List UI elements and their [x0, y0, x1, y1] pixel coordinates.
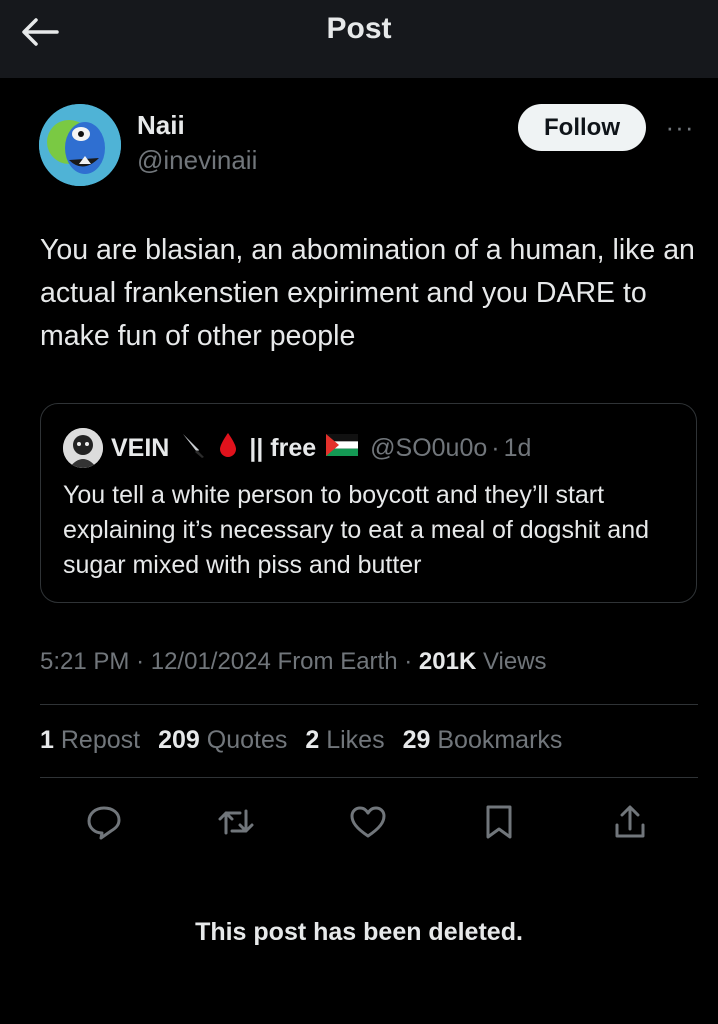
- bookmark-button[interactable]: [477, 800, 521, 844]
- page-title: Post: [326, 12, 392, 45]
- quote-timestamp: 1d: [503, 433, 532, 462]
- drop-of-blood-emoji: [217, 431, 239, 466]
- likes-stat[interactable]: 2 Likes: [305, 726, 384, 755]
- post-date: 12/01/2024: [150, 648, 271, 675]
- divider: [40, 777, 698, 778]
- quote-avatar: [63, 428, 103, 468]
- author-name[interactable]: Naii: [137, 110, 185, 141]
- repost-icon: [218, 809, 254, 835]
- bookmarks-stat[interactable]: 29 Bookmarks: [403, 726, 563, 755]
- author-handle[interactable]: @inevinaii: [137, 145, 257, 176]
- quoted-post[interactable]: VEIN || free @SO0u0o · 1d You tell a whi…: [40, 403, 697, 603]
- like-icon: [350, 806, 386, 838]
- meta-dot: ·: [404, 648, 413, 675]
- views-label: Views: [482, 648, 547, 675]
- author-avatar[interactable]: [39, 104, 121, 186]
- quote-author-name: VEIN: [111, 433, 170, 462]
- quote-separator: ·: [491, 433, 500, 462]
- meta-dot: ·: [136, 648, 145, 675]
- reply-icon: [87, 806, 121, 840]
- views-count: 201K: [418, 648, 477, 675]
- palestine-flag-emoji: [326, 433, 359, 463]
- knife-emoji: [179, 431, 207, 466]
- quotes-stat[interactable]: 209 Quotes: [158, 726, 287, 755]
- share-button[interactable]: [608, 800, 652, 844]
- post-source: From Earth: [277, 648, 398, 675]
- post-stats: 1 Repost 209 Quotes 2 Likes 29 Bookmarks: [40, 726, 562, 755]
- reposts-stat[interactable]: 1 Repost: [40, 726, 140, 755]
- share-icon: [615, 805, 645, 838]
- like-button[interactable]: [346, 800, 390, 844]
- quote-header: VEIN || free @SO0u0o · 1d: [111, 428, 531, 468]
- quote-author-handle: @SO0u0o: [370, 433, 488, 462]
- repost-button[interactable]: [214, 800, 258, 844]
- quote-text: You tell a white person to boycott and t…: [63, 481, 650, 579]
- avatar-image: [39, 104, 121, 186]
- divider: [40, 704, 698, 705]
- post-text: You are blasian, an abomination of a hum…: [40, 234, 695, 352]
- follow-button[interactable]: Follow: [518, 104, 646, 151]
- bookmark-icon: [486, 805, 512, 839]
- more-options-button[interactable]: ···: [660, 112, 700, 142]
- post-time: 5:21 PM: [40, 648, 130, 675]
- post-meta: 5:21 PM · 12/01/2024 From Earth · 201K V…: [40, 648, 547, 676]
- reply-button[interactable]: [82, 800, 126, 844]
- deleted-notice: This post has been deleted.: [195, 918, 523, 946]
- quote-author-suffix: || free: [249, 433, 317, 462]
- top-bar: Post: [0, 0, 718, 78]
